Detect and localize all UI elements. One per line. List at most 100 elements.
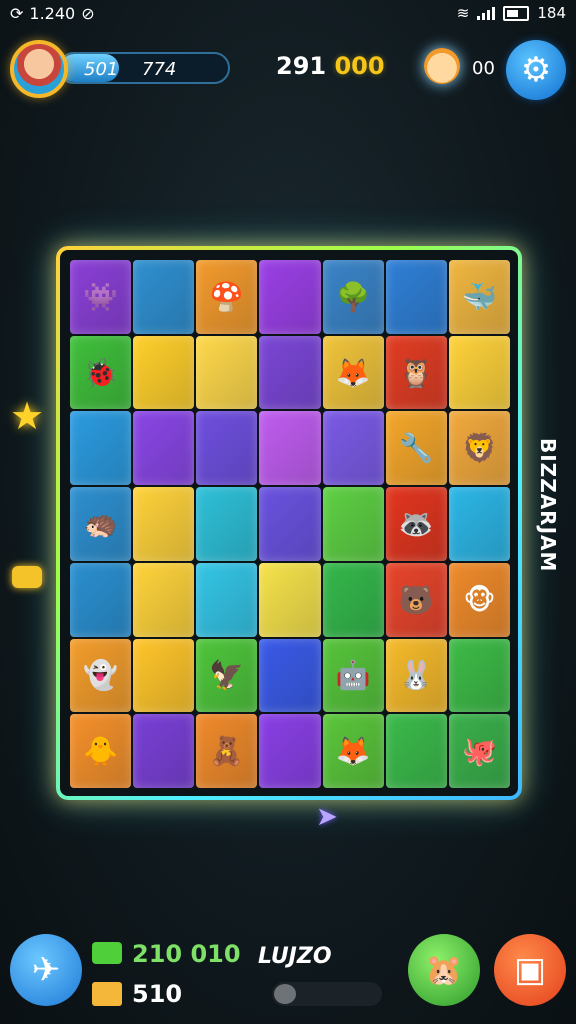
tile-character-icon: 🍄	[209, 280, 245, 314]
puzzle-tile[interactable]: 👻	[70, 638, 132, 713]
creature-count: 00	[472, 58, 495, 79]
tile-character-icon: 👾	[83, 280, 118, 314]
tile-character-icon: 🐙	[461, 734, 497, 768]
creature-icon[interactable]	[424, 48, 460, 84]
puzzle-tile[interactable]	[385, 714, 447, 788]
puzzle-tile[interactable]	[385, 260, 447, 334]
box-value: 510	[132, 980, 183, 1008]
tile-character-icon: 🤖	[335, 658, 371, 692]
puzzle-tile[interactable]	[259, 335, 321, 410]
xp-left-value: 501	[84, 59, 119, 80]
arrow-icon[interactable]	[12, 566, 42, 588]
app-icon: ⊘	[81, 4, 95, 23]
puzzle-tile[interactable]	[259, 638, 321, 713]
puzzle-tile[interactable]	[133, 260, 195, 334]
pet-button[interactable]: 🐹	[408, 934, 480, 1006]
shop-button[interactable]: ▣	[494, 934, 566, 1006]
puzzle-tile[interactable]	[70, 411, 132, 486]
puzzle-tile[interactable]: 👾	[70, 260, 132, 334]
puzzle-tile[interactable]: 🐻	[385, 562, 447, 637]
side-label: BIZZARJAM	[536, 438, 560, 573]
slider-knob[interactable]	[274, 984, 296, 1004]
tile-character-icon: 🦊	[335, 356, 371, 390]
gear-icon: ⚙	[520, 50, 552, 90]
puzzle-tile[interactable]	[196, 335, 258, 410]
puzzle-tile[interactable]: 🦁	[448, 411, 510, 486]
status-time: 1.240	[29, 4, 76, 23]
xp-bar: 501 774	[58, 52, 230, 84]
puzzle-tile[interactable]: 🦉	[385, 335, 447, 410]
puzzle-tile[interactable]: 🌳	[322, 260, 384, 334]
cash-value: 210 010	[132, 940, 241, 968]
tile-character-icon: 🔧	[398, 431, 434, 465]
puzzle-tile[interactable]: 🐥	[70, 714, 132, 788]
send-icon: ✈	[31, 950, 61, 990]
tile-character-icon: 🦔	[83, 507, 118, 541]
puzzle-tile[interactable]	[196, 411, 258, 486]
status-left: ⟳ 1.240 ⊘	[10, 4, 95, 23]
tile-character-icon: 🐻	[398, 583, 434, 617]
puzzle-tile[interactable]: 🦊	[322, 335, 384, 410]
puzzle-tile[interactable]: 🦅	[196, 638, 258, 713]
score-display: 291 000	[276, 52, 385, 80]
score-value: 291	[276, 52, 327, 80]
puzzle-tile[interactable]	[133, 335, 195, 410]
avatar-icon[interactable]	[10, 40, 68, 98]
mid-label: LUJZO	[258, 944, 332, 969]
puzzle-tile[interactable]	[133, 714, 195, 788]
wifi-icon: ≋	[456, 4, 470, 22]
tile-character-icon: 🦊	[335, 734, 371, 768]
status-right: ≋ 184	[457, 4, 566, 22]
tile-character-icon: 🐵	[463, 583, 496, 617]
puzzle-grid: 👾 🍄 🌳 🐳 🐞 🦊 🦉 🔧 🦁 🦔 🦝 🐻 🐵 👻 🦅 🤖 🐰 🐥 🧸 🦊 🐙	[70, 260, 510, 788]
puzzle-tile[interactable]	[448, 335, 510, 410]
puzzle-tile[interactable]	[133, 411, 195, 486]
puzzle-tile[interactable]: 🐳	[448, 260, 510, 334]
puzzle-tile[interactable]: 🦊	[322, 714, 384, 788]
box-icon	[92, 982, 122, 1006]
puzzle-tile[interactable]	[133, 487, 195, 561]
tile-character-icon: 🐰	[398, 658, 434, 692]
puzzle-tile[interactable]: 🐰	[385, 638, 447, 713]
puzzle-tile[interactable]: 🍄	[196, 260, 258, 334]
puzzle-tile[interactable]	[196, 562, 258, 637]
puzzle-tile[interactable]	[448, 487, 510, 561]
puzzle-tile[interactable]	[259, 260, 321, 334]
puzzle-tile[interactable]	[259, 487, 321, 561]
puzzle-tile[interactable]	[133, 562, 195, 637]
puzzle-tile[interactable]	[259, 562, 321, 637]
tile-character-icon: 🐥	[83, 734, 118, 768]
puzzle-tile[interactable]: 🧸	[196, 714, 258, 788]
settings-button[interactable]: ⚙	[506, 40, 566, 100]
puzzle-tile[interactable]: 🐞	[70, 335, 132, 410]
score-gold-value: 000	[334, 52, 385, 80]
puzzle-tile[interactable]	[322, 411, 384, 486]
shop-icon: ▣	[513, 950, 547, 990]
puzzle-tile[interactable]: 🔧	[385, 411, 447, 486]
tile-character-icon: 🦉	[398, 356, 434, 390]
puzzle-tile[interactable]: 🦔	[70, 487, 132, 561]
star-icon[interactable]: ★	[10, 394, 44, 438]
tile-character-icon: 🐞	[83, 356, 118, 390]
puzzle-tile[interactable]	[448, 638, 510, 713]
send-button[interactable]: ✈	[10, 934, 82, 1006]
tile-character-icon: 🐳	[461, 280, 497, 314]
puzzle-tile[interactable]	[70, 562, 132, 637]
puzzle-tile[interactable]	[133, 638, 195, 713]
puzzle-tile[interactable]	[196, 487, 258, 561]
puzzle-tile[interactable]	[259, 411, 321, 486]
tile-character-icon: 🦝	[398, 507, 434, 541]
xp-right-value: 774	[142, 59, 177, 80]
cursor-icon: ➤	[316, 802, 338, 832]
puzzle-tile[interactable]: 🤖	[322, 638, 384, 713]
signal-icon	[477, 6, 496, 20]
tile-character-icon: 🦁	[461, 431, 497, 465]
tile-character-icon: 🦅	[209, 658, 245, 692]
battery-icon	[503, 5, 530, 21]
puzzle-tile[interactable]	[259, 714, 321, 788]
puzzle-tile[interactable]: 🐵	[448, 562, 510, 637]
puzzle-tile[interactable]: 🦝	[385, 487, 447, 561]
puzzle-tile[interactable]	[322, 562, 384, 637]
puzzle-tile[interactable]: 🐙	[448, 714, 510, 788]
puzzle-tile[interactable]	[322, 487, 384, 561]
